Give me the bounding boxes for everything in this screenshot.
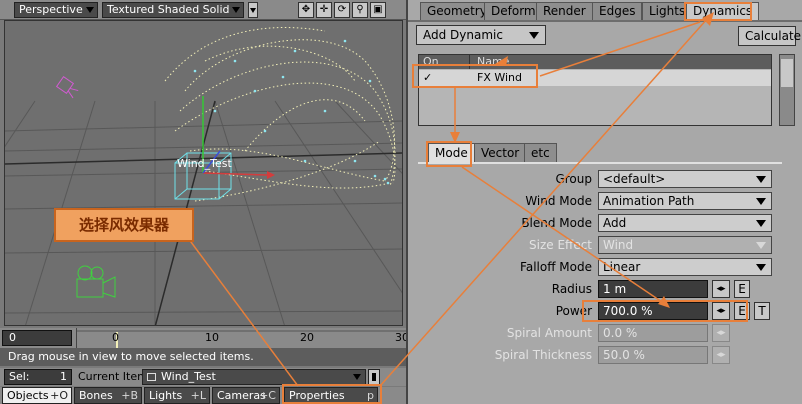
callout-label: 选择风效果器 <box>54 208 194 242</box>
annotation-arrows <box>187 12 714 387</box>
